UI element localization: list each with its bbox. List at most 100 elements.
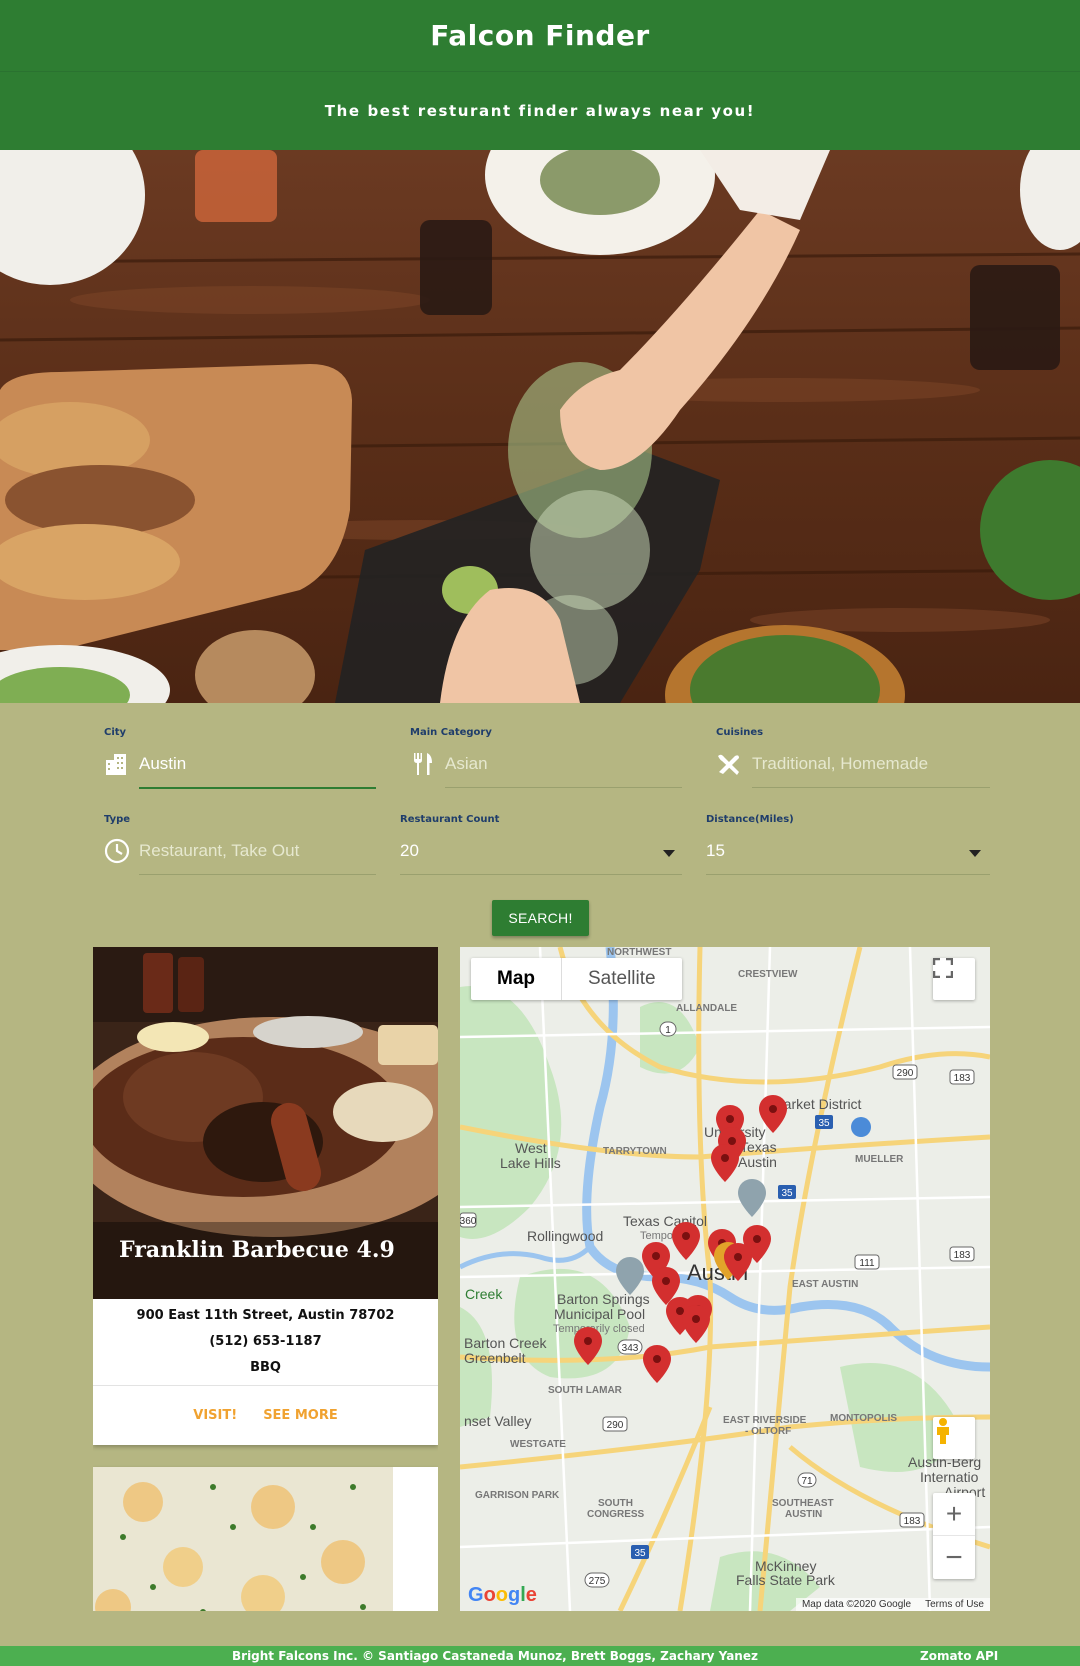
- map-type-map-button[interactable]: Map: [471, 958, 562, 1000]
- restaurant-card: Franklin Barbecue 4.9 900 East 11th Stre…: [93, 947, 438, 1445]
- visit-link[interactable]: VISIT!: [193, 1408, 237, 1423]
- street-view-pegman[interactable]: [933, 1417, 975, 1459]
- map-label: EAST AUSTIN: [792, 1279, 858, 1290]
- distance-select[interactable]: Distance(Miles) 15: [706, 814, 990, 876]
- cuisines-input[interactable]: Traditional, Homemade: [752, 754, 928, 774]
- type-label: Type: [104, 814, 131, 825]
- map-label: NORTHWEST: [607, 947, 671, 958]
- route-shield: 360: [460, 1212, 477, 1228]
- restaurant-photo: [93, 1467, 438, 1611]
- city-field[interactable]: City Austin: [104, 727, 376, 789]
- route-shield: 343: [617, 1339, 643, 1355]
- results-list[interactable]: Franklin Barbecue 4.9 900 East 11th Stre…: [93, 947, 438, 1611]
- tagline: The best resturant finder always near yo…: [324, 101, 756, 120]
- restaurant-address: 900 East 11th Street, Austin 78702: [136, 1308, 395, 1323]
- hero-image: [0, 150, 1080, 703]
- svg-text:35: 35: [781, 1188, 793, 1199]
- svg-text:183: 183: [954, 1250, 971, 1261]
- map-label: Municipal Pool: [554, 1306, 645, 1322]
- utensils-cross-icon: [718, 754, 739, 775]
- svg-text:71: 71: [801, 1476, 813, 1487]
- zoom-control: + −: [933, 1493, 975, 1579]
- shopping-cart-icon: [851, 1117, 871, 1137]
- map-label: EAST RIVERSIDE: [723, 1415, 807, 1426]
- fullscreen-icon: [933, 958, 953, 978]
- main-category-field[interactable]: Main Category Asian: [410, 727, 682, 789]
- restaurant-photo: Franklin Barbecue 4.9: [93, 947, 438, 1299]
- restaurant-name: Franklin Barbecue 4.9: [119, 1237, 395, 1263]
- route-shield: 35: [631, 1545, 649, 1559]
- map-label: CRESTVIEW: [738, 969, 798, 980]
- map-label: SOUTH: [598, 1498, 633, 1509]
- svg-text:343: 343: [622, 1343, 639, 1354]
- footer-api-link[interactable]: Zomato API: [920, 1649, 998, 1663]
- main-category-label: Main Category: [410, 727, 492, 738]
- type-underline: [139, 874, 376, 875]
- map-label: SOUTHEAST: [772, 1498, 834, 1509]
- route-shield: 71: [797, 1472, 817, 1488]
- map-data-credit: Map data ©2020 Google: [801, 1599, 912, 1610]
- restaurant-count-value[interactable]: 20: [400, 841, 419, 861]
- main-category-input[interactable]: Asian: [445, 754, 488, 774]
- app-title: Falcon Finder: [430, 19, 650, 52]
- type-field[interactable]: Type Restaurant, Take Out: [104, 814, 376, 876]
- route-shield: 183: [949, 1246, 975, 1262]
- zoom-out-button[interactable]: −: [933, 1536, 975, 1579]
- main-category-underline: [445, 787, 682, 788]
- route-shield: 1: [659, 1021, 677, 1037]
- map-type-satellite-button[interactable]: Satellite: [562, 958, 682, 1000]
- svg-text:290: 290: [607, 1420, 624, 1431]
- fullscreen-button[interactable]: [933, 958, 975, 1000]
- svg-text:360: 360: [460, 1216, 477, 1227]
- map-label: - OLTORF: [745, 1426, 791, 1437]
- route-shield: 183: [949, 1069, 975, 1085]
- map-label: Internatio: [920, 1469, 979, 1485]
- cuisines-field[interactable]: Cuisines Traditional, Homemade: [716, 727, 990, 789]
- svg-text:35: 35: [818, 1118, 830, 1129]
- pegman-icon: [937, 1418, 949, 1444]
- map-label: ALLANDALE: [676, 1003, 737, 1014]
- cuisines-label: Cuisines: [716, 727, 764, 738]
- route-shield: 35: [815, 1115, 833, 1129]
- type-input[interactable]: Restaurant, Take Out: [139, 841, 299, 861]
- map-label: Austin: [738, 1154, 777, 1170]
- see-more-link[interactable]: SEE MORE: [263, 1408, 338, 1423]
- restaurant-card: [93, 1467, 438, 1611]
- chevron-down-icon: [969, 850, 981, 857]
- restaurant-phone: (512) 653-1187: [209, 1334, 322, 1349]
- map-label: West: [515, 1140, 547, 1156]
- card-actions: VISIT! SEE MORE: [93, 1385, 438, 1445]
- map-label: MUELLER: [855, 1154, 904, 1165]
- restaurant-count-select[interactable]: Restaurant Count 20: [400, 814, 682, 876]
- map-label: Falls State Park: [736, 1572, 836, 1588]
- search-button[interactable]: SEARCH!: [492, 900, 589, 936]
- svg-text:290: 290: [897, 1068, 914, 1079]
- restaurant-info: 900 East 11th Street, Austin 78702 (512)…: [93, 1299, 438, 1381]
- distance-underline: [706, 874, 990, 875]
- results-map[interactable]: NORTHWEST CRESTVIEW ALLANDALE TARRYTOWN …: [460, 947, 990, 1611]
- terms-link[interactable]: Terms of Use: [925, 1599, 984, 1610]
- map-label: MONTOPOLIS: [830, 1413, 897, 1424]
- map-label: nset Valley: [464, 1413, 531, 1429]
- zoom-in-button[interactable]: +: [933, 1493, 975, 1536]
- route-shield: 290: [892, 1064, 918, 1080]
- distance-value[interactable]: 15: [706, 841, 725, 861]
- map-label: SOUTH LAMAR: [548, 1385, 623, 1396]
- map-attribution: Map data ©2020 Google Terms of Use: [795, 1598, 990, 1611]
- map-label: WESTGATE: [510, 1439, 566, 1450]
- city-underline: [139, 787, 376, 789]
- map-label: Rollingwood: [527, 1228, 603, 1244]
- city-input[interactable]: Austin: [139, 754, 186, 774]
- google-logo: Google: [468, 1584, 537, 1606]
- distance-label: Distance(Miles): [706, 814, 794, 825]
- restaurant-count-underline: [400, 874, 682, 875]
- route-shield: 183: [899, 1512, 925, 1528]
- map-type-toggle[interactable]: Map Satellite: [471, 958, 682, 1000]
- map-label: Barton Creek: [464, 1335, 547, 1351]
- svg-text:275: 275: [589, 1576, 606, 1587]
- map-label: AUSTIN: [785, 1509, 822, 1520]
- map-label: TARRYTOWN: [603, 1146, 667, 1157]
- map-label: Greenbelt: [464, 1350, 526, 1366]
- city-icon: [106, 754, 126, 775]
- chevron-down-icon: [663, 850, 675, 857]
